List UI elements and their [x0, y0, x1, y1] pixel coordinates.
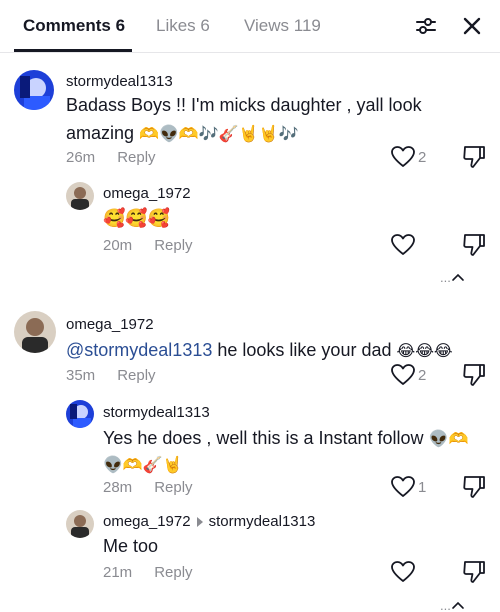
heart-icon[interactable] — [390, 475, 416, 499]
mention-link[interactable]: @stormydeal1313 — [66, 340, 212, 360]
reply-meta: 20m Reply — [103, 237, 193, 254]
comments-header: Comments 6 Likes 6 Views 119 — [0, 0, 500, 53]
reply-button[interactable]: Reply — [117, 367, 155, 384]
reply-meta: 28m Reply — [103, 479, 193, 496]
reply-button[interactable]: Reply — [154, 237, 192, 254]
reply-time: 20m — [103, 237, 133, 254]
avatar[interactable] — [14, 311, 56, 353]
heart-icon[interactable] — [390, 363, 416, 387]
chevron-up-icon — [452, 601, 464, 609]
comment-time: 35m — [66, 367, 96, 384]
tab-likes[interactable]: Likes 6 — [156, 16, 210, 36]
like-count: 2 — [418, 367, 427, 384]
comment-emojis: 🫶👽🫶🎶🎸🤘🤘🎶 — [139, 126, 299, 143]
comment-time: 26m — [66, 149, 96, 166]
reply-username[interactable]: stormydeal1313 — [103, 404, 210, 421]
dislike-icon[interactable] — [462, 559, 486, 585]
reply-to-username[interactable]: stormydeal1313 — [209, 513, 316, 530]
comment-username[interactable]: stormydeal1313 — [66, 73, 173, 90]
reply-time: 21m — [103, 564, 133, 581]
avatar[interactable] — [66, 400, 94, 428]
comment-text: Badass Boys !! I'm micks daughter , yall… — [66, 95, 422, 115]
comment-emojis: 😂😂😂 — [396, 343, 453, 360]
avatar-blue — [66, 400, 94, 428]
reply-button[interactable]: Reply — [117, 149, 155, 166]
avatar[interactable] — [66, 510, 94, 538]
comment-text-line2: amazing 🫶👽🫶🎶🎸🤘🤘🎶 — [66, 123, 299, 143]
filter-sliders-icon[interactable] — [413, 13, 439, 39]
reply-meta: 21m Reply — [103, 564, 193, 581]
avatar-blue — [14, 70, 54, 110]
collapse-replies[interactable]: ... — [440, 598, 465, 612]
active-tab-indicator — [14, 49, 132, 52]
chevron-up-icon — [452, 273, 464, 281]
tab-comments[interactable]: Comments 6 — [23, 16, 125, 36]
comment-text: @stormydeal1313 he looks like your dad 😂… — [66, 340, 453, 360]
reply-text: Me too — [103, 536, 159, 556]
heart-icon[interactable] — [390, 233, 416, 257]
avatar[interactable] — [66, 182, 94, 210]
reply-username[interactable]: omega_1972 — [103, 185, 191, 202]
avatar-dark — [14, 311, 56, 353]
close-icon[interactable] — [459, 13, 485, 39]
reply-emojis-line2: 👽🫶🎸🤘 — [103, 457, 183, 474]
reply-button[interactable]: Reply — [154, 564, 192, 581]
reply-time: 28m — [103, 479, 133, 496]
heart-icon[interactable] — [390, 560, 416, 584]
reply-emojis: 🥰🥰🥰 — [103, 208, 171, 228]
avatar[interactable] — [14, 70, 54, 110]
collapse-replies[interactable]: ... — [440, 270, 465, 285]
reply-button[interactable]: Reply — [154, 479, 192, 496]
avatar-dark — [66, 510, 94, 538]
dislike-icon[interactable] — [462, 362, 486, 388]
reply-username: omega_1972 stormydeal1313 — [103, 513, 315, 530]
dislike-icon[interactable] — [462, 474, 486, 500]
heart-icon[interactable] — [390, 145, 416, 169]
avatar-dark — [66, 182, 94, 210]
reply-author[interactable]: omega_1972 — [103, 513, 191, 530]
comment-username[interactable]: omega_1972 — [66, 316, 154, 333]
reply-to-arrow-icon — [196, 516, 203, 527]
comment-meta: 26m Reply — [66, 149, 156, 166]
like-count: 2 — [418, 149, 427, 166]
dislike-icon[interactable] — [462, 144, 486, 170]
tab-views[interactable]: Views 119 — [244, 16, 321, 36]
like-count: 1 — [418, 479, 427, 496]
comment-meta: 35m Reply — [66, 367, 156, 384]
dislike-icon[interactable] — [462, 232, 486, 258]
reply-emojis: 👽🫶 — [428, 431, 469, 448]
